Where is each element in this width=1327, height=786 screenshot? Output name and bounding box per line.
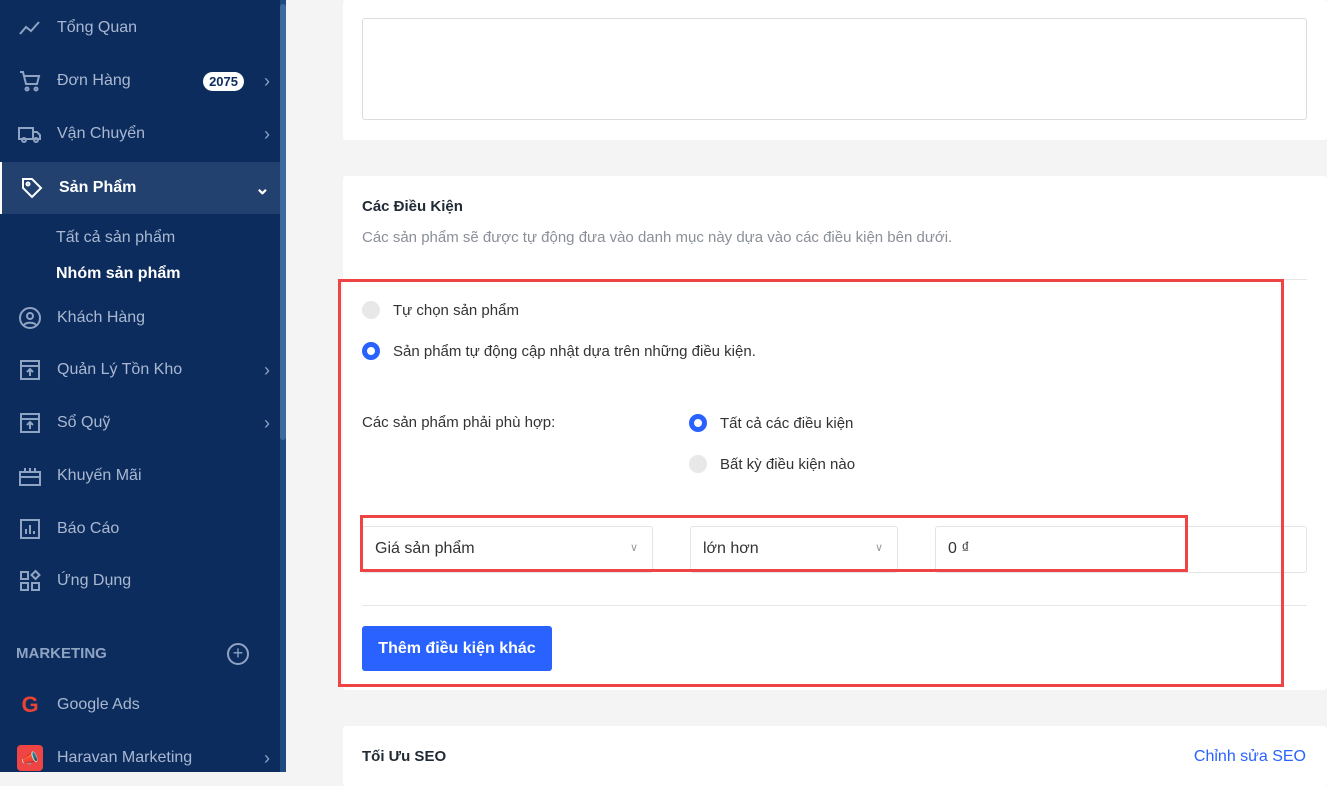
sidebar-subitem-product-groups[interactable]: Nhóm sản phẩm bbox=[56, 265, 180, 283]
truck-icon bbox=[17, 121, 43, 147]
chevron-down-icon: ⌄ bbox=[254, 177, 270, 198]
sidebar-item-orders[interactable]: Đơn Hàng 2075 › bbox=[0, 55, 280, 107]
description-textarea[interactable] bbox=[362, 18, 1307, 120]
cashbook-icon bbox=[17, 410, 43, 436]
sidebar-item-shipping[interactable]: Vận Chuyển › bbox=[0, 108, 280, 160]
sidebar-item-apps[interactable]: Ứng Dụng bbox=[0, 555, 280, 607]
conditions-description: Các sản phẩm sẽ được tự động đưa vào dan… bbox=[362, 229, 953, 246]
sidebar-item-promotions[interactable]: Khuyến Mãi bbox=[0, 450, 280, 502]
sidebar-scrollbar[interactable] bbox=[280, 0, 286, 772]
gift-icon bbox=[17, 463, 43, 489]
sidebar-item-customers[interactable]: Khách Hàng bbox=[0, 292, 280, 344]
inventory-icon bbox=[17, 357, 43, 383]
orders-count-badge: 2075 bbox=[203, 71, 244, 91]
add-marketing-channel-icon[interactable]: + bbox=[227, 643, 249, 665]
scrollbar-thumb[interactable] bbox=[280, 4, 286, 440]
sidebar-item-google-ads[interactable]: G Google Ads bbox=[0, 679, 280, 731]
sidebar-item-reports[interactable]: Báo Cáo bbox=[0, 503, 280, 555]
seo-card: Tối Ưu SEO Chỉnh sửa SEO bbox=[343, 726, 1327, 786]
report-icon bbox=[17, 516, 43, 542]
user-circle-icon bbox=[17, 305, 43, 331]
cart-icon bbox=[17, 68, 43, 94]
sidebar-item-products[interactable]: Sản Phẩm ⌄ bbox=[0, 162, 280, 214]
conditions-title: Các Điều Kiện bbox=[362, 198, 463, 215]
apps-icon bbox=[17, 568, 43, 594]
edit-seo-link[interactable]: Chỉnh sửa SEO bbox=[1194, 748, 1306, 766]
chevron-right-icon: › bbox=[264, 123, 270, 144]
chevron-right-icon: › bbox=[264, 359, 270, 380]
chevron-right-icon: › bbox=[264, 412, 270, 433]
tag-icon bbox=[19, 175, 45, 201]
marketing-heading: MARKETING bbox=[16, 645, 107, 662]
sidebar-item-cashbook[interactable]: Sổ Quỹ › bbox=[0, 397, 280, 449]
sidebar-item-inventory[interactable]: Quản Lý Tồn Kho › bbox=[0, 344, 280, 396]
chart-line-icon bbox=[17, 15, 43, 41]
highlight-box-condition-row bbox=[360, 515, 1188, 572]
google-logo-icon: G bbox=[21, 692, 39, 717]
sidebar-item-haravan-marketing[interactable]: 📣 Haravan Marketing › bbox=[0, 732, 280, 784]
chevron-right-icon: › bbox=[264, 747, 270, 768]
sidebar: Tổng Quan Đơn Hàng 2075 › Vận Chuyển › Sản … bbox=[0, 0, 280, 772]
description-card bbox=[343, 0, 1327, 140]
highlight-box-conditions bbox=[338, 279, 1284, 687]
sidebar-item-overview[interactable]: Tổng Quan bbox=[0, 2, 280, 54]
seo-title: Tối Ưu SEO bbox=[362, 748, 447, 765]
chevron-right-icon: › bbox=[264, 70, 270, 91]
sidebar-subitem-all-products[interactable]: Tất cả sản phẩm bbox=[56, 229, 175, 247]
megaphone-icon: 📣 bbox=[17, 745, 43, 771]
